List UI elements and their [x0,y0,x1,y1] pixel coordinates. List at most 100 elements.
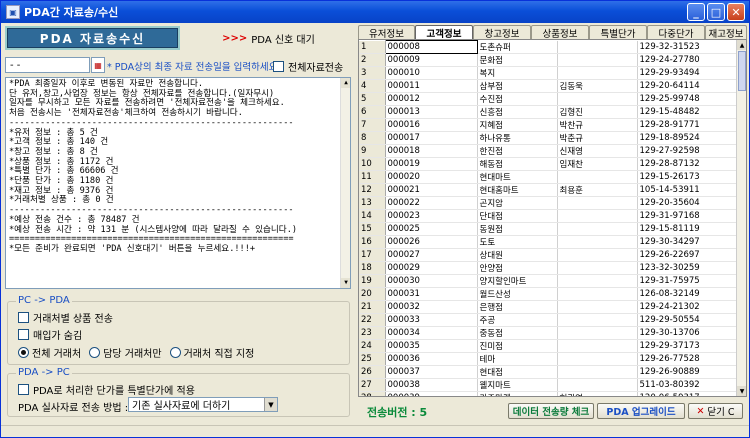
cell-biz[interactable]: 129-24-27780 [637,53,738,67]
cell-biz[interactable]: 129-24-21302 [637,300,738,314]
cell-code[interactable]: 000029 [385,261,478,275]
check-data-volume-button[interactable]: 데이터 전송량 체크 [508,403,594,419]
table-row[interactable]: 26 000037 현대점 129-26-90889 [359,365,738,379]
cell-name[interactable]: 주공 [477,313,558,327]
cell-biz[interactable]: 129-26-90889 [637,365,738,379]
cell-contact[interactable]: 김형진 [557,105,638,119]
cell-contact[interactable]: 허광영 [557,391,638,396]
cell-contact[interactable]: 김동욱 [557,79,638,93]
cell-contact[interactable] [557,248,638,262]
cell-biz[interactable]: 129-29-37173 [637,339,738,353]
table-row[interactable]: 25 000036 테마 129-26-77528 [359,352,738,366]
table-row[interactable]: 20 000031 월드산성 126-08-32149 [359,287,738,301]
tab-4[interactable]: 상품정보 [531,25,589,40]
cell-code[interactable]: 000032 [385,300,478,314]
cell-contact[interactable] [557,365,638,379]
cell-name[interactable]: 단대점 [477,209,558,223]
cell-biz[interactable]: 129-31-75975 [637,274,738,288]
cell-code[interactable]: 000025 [385,222,478,236]
grid-scrollbar[interactable]: ▲ ▼ [736,40,746,396]
cell-biz[interactable]: 129-18-89524 [637,131,738,145]
cell-code[interactable]: 000039 [385,391,478,396]
table-row[interactable]: 9 000018 한진점 신재영 129-27-92598 [359,144,738,158]
cell-code[interactable]: 000019 [385,157,478,171]
cell-code[interactable]: 000017 [385,131,478,145]
calendar-icon[interactable]: ▦ [91,57,105,73]
cell-name[interactable]: 해동점 [477,157,558,171]
cell-code[interactable]: 000018 [385,144,478,158]
cell-code[interactable]: 000033 [385,313,478,327]
cell-name[interactable]: 하나유통 [477,131,558,145]
data-grid[interactable]: 1 000008 도촌슈퍼 129-32-31523 2 000009 문화점 129-24-… [358,39,747,397]
cell-code[interactable]: 000022 [385,196,478,210]
apply-special-price-checkbox[interactable]: PDA로 처리한 단가를 특별단가에 적용 [18,382,195,397]
cell-contact[interactable]: 박찬규 [557,118,638,132]
cell-biz[interactable]: 511-03-80392 [637,378,738,392]
checkbox-box[interactable] [18,384,29,395]
table-row[interactable]: 7 000016 지혜점 박찬규 129-28-91771 [359,118,738,132]
cell-biz[interactable]: 129-25-99748 [637,92,738,106]
cell-biz[interactable]: 120-06-59317 [637,391,738,396]
cell-biz[interactable]: 129-27-92598 [637,144,738,158]
table-row[interactable]: 6 000013 신흥점 김형진 129-15-48482 [359,105,738,119]
cell-name[interactable]: 수진점 [477,92,558,106]
date-input[interactable]: - - [5,57,90,73]
cell-contact[interactable]: 최용훈 [557,183,638,197]
table-row[interactable]: 10 000019 해동점 임재찬 129-28-87132 [359,157,738,171]
cell-contact[interactable] [557,170,638,184]
table-row[interactable]: 13 000022 곤지암 129-20-35604 [359,196,738,210]
cell-code[interactable]: 000009 [385,53,478,67]
scroll-thumb[interactable] [738,51,746,91]
cell-contact[interactable] [557,209,638,223]
cell-contact[interactable] [557,92,638,106]
cell-name[interactable]: 곤지암 [477,196,558,210]
cell-contact[interactable] [557,326,638,340]
cell-biz[interactable]: 129-30-34297 [637,235,738,249]
cell-contact[interactable] [557,53,638,67]
radio-all[interactable] [18,347,29,358]
cell-contact[interactable]: 박춘규 [557,131,638,145]
cell-biz[interactable]: 129-26-77528 [637,352,738,366]
cell-name[interactable]: 현대홈마트 [477,183,558,197]
cell-code[interactable]: 000020 [385,170,478,184]
cell-biz[interactable]: 129-30-13706 [637,326,738,340]
cell-name[interactable]: 한진점 [477,144,558,158]
cell-name[interactable]: 현대점 [477,365,558,379]
table-row[interactable]: 24 000035 진미점 129-29-37173 [359,339,738,353]
cell-name[interactable]: 동원점 [477,222,558,236]
cell-code[interactable]: 000031 [385,287,478,301]
table-row[interactable]: 21 000032 은행점 129-24-21302 [359,300,738,314]
cell-code[interactable]: 000027 [385,248,478,262]
cell-name[interactable]: 진미점 [477,339,558,353]
table-row[interactable]: 12 000021 현대홈마트 최용훈 105-14-53911 [359,183,738,197]
cell-biz[interactable]: 105-14-53911 [637,183,738,197]
cell-biz[interactable]: 129-32-31523 [637,40,738,54]
table-row[interactable]: 23 000034 중동점 129-30-13706 [359,326,738,340]
cell-name[interactable]: 현대마트 [477,170,558,184]
cell-name[interactable]: 가주마켓 [477,391,558,396]
scroll-up-icon[interactable]: ▲ [737,40,746,50]
cell-biz[interactable]: 129-26-22697 [637,248,738,262]
table-row[interactable]: 28000039가주마켓허광영120-06-59317 [359,391,738,396]
cell-contact[interactable] [557,378,638,392]
cell-name[interactable]: 도촌슈퍼 [477,40,558,54]
table-row[interactable]: 18 000029 안양점 123-32-30259 [359,261,738,275]
cell-biz[interactable]: 129-31-97168 [637,209,738,223]
table-row[interactable]: 22 000033 주공 129-29-50554 [359,313,738,327]
tab-2[interactable]: 고객정보 [415,25,473,40]
log-scrollbar[interactable]: ▲ ▼ [340,78,350,288]
cell-biz[interactable]: 129-29-93494 [637,66,738,80]
cell-contact[interactable]: 임재찬 [557,157,638,171]
full-send-checkbox[interactable]: 전체자료전송 [273,59,343,74]
table-row[interactable]: 19 000030 양지할인마트 129-31-75975 [359,274,738,288]
cell-contact[interactable] [557,40,638,54]
table-row[interactable]: 8 000017 하나유통 박춘규 129-18-89524 [359,131,738,145]
table-row[interactable]: 5 000012 수진점 129-25-99748 [359,92,738,106]
checkbox-box[interactable] [18,329,29,340]
cell-code[interactable]: 000030 [385,274,478,288]
cell-contact[interactable] [557,287,638,301]
cell-biz[interactable]: 129-15-81119 [637,222,738,236]
cell-name[interactable]: 도토 [477,235,558,249]
cell-code[interactable]: 000026 [385,235,478,249]
cell-name[interactable]: 지혜점 [477,118,558,132]
